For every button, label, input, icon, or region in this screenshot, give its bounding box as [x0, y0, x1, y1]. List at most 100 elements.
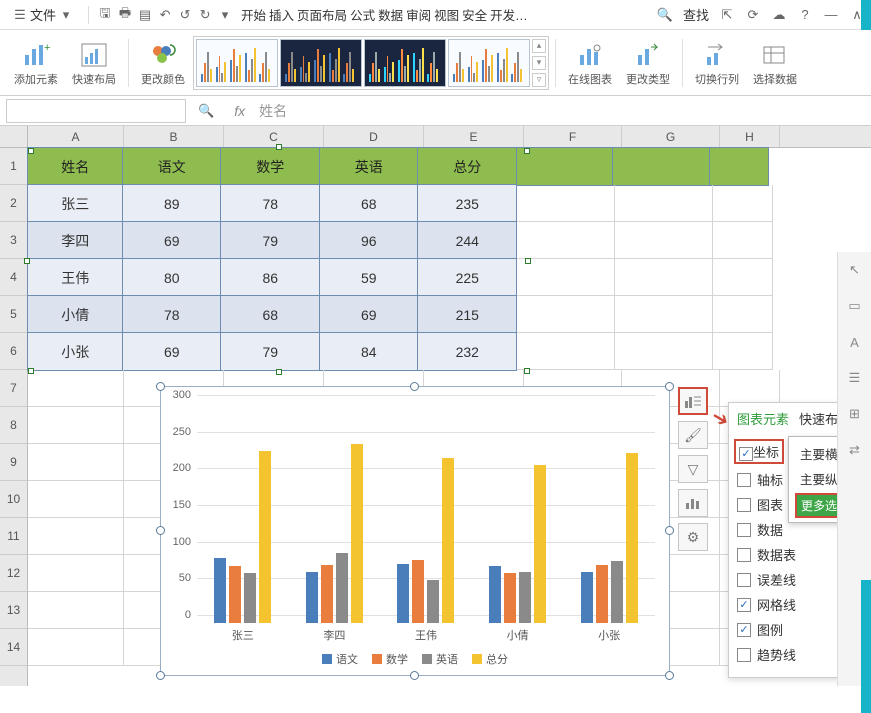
bar[interactable] — [306, 572, 318, 623]
switch-rowcol-button[interactable]: 切换行列 — [689, 33, 745, 93]
selection-handle[interactable] — [525, 258, 531, 264]
resize-handle[interactable] — [156, 382, 165, 391]
bar[interactable] — [229, 566, 241, 623]
online-chart-button[interactable]: 在线图表 — [562, 33, 618, 93]
select-all-corner[interactable] — [0, 126, 27, 148]
plot-area[interactable]: 050100150200250300 — [197, 395, 655, 623]
change-color-button[interactable]: 更改颜色 — [135, 33, 191, 93]
layers-icon[interactable]: ☰ — [845, 368, 865, 388]
row-header[interactable]: 3 — [0, 222, 27, 259]
cell[interactable] — [517, 259, 615, 296]
selection-handle[interactable] — [28, 148, 34, 154]
cell[interactable]: 王伟 — [27, 258, 123, 297]
file-menu[interactable]: ☰ 文件 ▾ — [6, 3, 80, 26]
col-header[interactable]: D — [324, 126, 424, 147]
cell[interactable] — [517, 222, 615, 259]
tab-dev[interactable]: 开发… — [490, 5, 528, 24]
cell[interactable] — [28, 481, 124, 518]
cell[interactable]: 68 — [220, 295, 320, 334]
bar[interactable] — [581, 572, 593, 623]
cell[interactable]: 69 — [122, 332, 222, 371]
style-thumb-3[interactable] — [364, 39, 446, 87]
cell[interactable] — [713, 222, 773, 259]
bar[interactable] — [626, 453, 638, 623]
cell[interactable] — [615, 222, 713, 259]
tab-view[interactable]: 视图 — [434, 5, 459, 24]
tab-security[interactable]: 安全 — [462, 5, 487, 24]
cell[interactable]: 小倩 — [27, 295, 123, 334]
cell[interactable]: 80 — [122, 258, 222, 297]
legend-item[interactable]: 英语 — [422, 651, 458, 667]
tab-layout[interactable]: 页面布局 — [297, 5, 347, 24]
legend-item[interactable]: 总分 — [472, 651, 508, 667]
share-icon[interactable]: ⇱ — [719, 7, 735, 23]
cell[interactable]: 小张 — [27, 332, 123, 371]
cell[interactable]: 79 — [220, 332, 320, 371]
col-header[interactable]: B — [124, 126, 224, 147]
gallery-more-icon[interactable]: ▿ — [532, 73, 546, 87]
cell[interactable] — [28, 518, 124, 555]
cut-icon[interactable]: ↶ — [157, 7, 173, 23]
style-thumb-2[interactable] — [280, 39, 362, 87]
name-box[interactable] — [6, 99, 186, 123]
cell[interactable] — [28, 555, 124, 592]
selection-handle[interactable] — [276, 144, 282, 150]
chart-filter-button[interactable]: ▽ — [678, 455, 708, 483]
bar[interactable] — [214, 558, 226, 623]
cell[interactable]: 张三 — [27, 184, 123, 223]
cell[interactable]: 68 — [319, 184, 419, 223]
cell[interactable] — [28, 370, 124, 407]
search-label[interactable]: 查找 — [683, 5, 709, 24]
chart-elements-button[interactable] — [678, 387, 708, 415]
bar[interactable] — [259, 451, 271, 623]
cell[interactable] — [615, 296, 713, 333]
selection-handle[interactable] — [276, 369, 282, 375]
save-icon[interactable]: 🖫 — [97, 7, 113, 23]
bar[interactable] — [519, 572, 531, 623]
dropdown-icon[interactable]: ▾ — [217, 7, 233, 23]
print-icon[interactable]: 🖶 — [117, 7, 133, 23]
bar[interactable] — [397, 564, 409, 623]
legend-item[interactable]: 语文 — [322, 651, 358, 667]
bar[interactable] — [427, 580, 439, 623]
cell[interactable] — [615, 259, 713, 296]
resize-handle[interactable] — [156, 526, 165, 535]
col-header[interactable]: F — [524, 126, 622, 147]
minimize-icon[interactable]: — — [823, 7, 839, 23]
bar[interactable] — [412, 560, 424, 623]
style-thumb-1[interactable] — [196, 39, 278, 87]
tab-insert[interactable]: 插入 — [269, 5, 294, 24]
bar[interactable] — [244, 573, 256, 623]
cell[interactable] — [713, 333, 773, 370]
cell[interactable] — [615, 333, 713, 370]
selection-handle[interactable] — [28, 368, 34, 374]
bar[interactable] — [489, 566, 501, 623]
cell[interactable]: 59 — [319, 258, 419, 297]
search-icon[interactable]: 🔍 — [657, 7, 673, 23]
cell[interactable]: 78 — [122, 295, 222, 334]
col-header[interactable]: H — [720, 126, 780, 147]
cell[interactable] — [713, 296, 773, 333]
gallery-down-icon[interactable]: ▾ — [532, 56, 546, 70]
print-preview-icon[interactable]: ▤ — [137, 7, 153, 23]
cell[interactable]: 235 — [417, 184, 517, 223]
cell[interactable]: 79 — [220, 221, 320, 260]
row-header[interactable]: 14 — [0, 629, 27, 666]
legend-item[interactable]: 数学 — [372, 651, 408, 667]
help-icon[interactable]: ? — [797, 7, 813, 23]
panel-tab-elements[interactable]: 图表元素 — [737, 409, 789, 428]
gallery-up-icon[interactable]: ▴ — [532, 39, 546, 53]
cell[interactable] — [517, 185, 615, 222]
tab-formula[interactable]: 公式 — [350, 5, 375, 24]
cell[interactable] — [28, 444, 124, 481]
clipboard-icon[interactable]: ▭ — [845, 296, 865, 316]
cell[interactable]: 78 — [220, 184, 320, 223]
selection-handle[interactable] — [524, 148, 530, 154]
cell[interactable]: 86 — [220, 258, 320, 297]
cursor-icon[interactable]: ↖ — [845, 260, 865, 280]
row-header[interactable]: 11 — [0, 518, 27, 555]
row-header[interactable]: 2 — [0, 185, 27, 222]
bar[interactable] — [351, 444, 363, 623]
cell[interactable]: 84 — [319, 332, 419, 371]
cell[interactable] — [28, 629, 124, 666]
